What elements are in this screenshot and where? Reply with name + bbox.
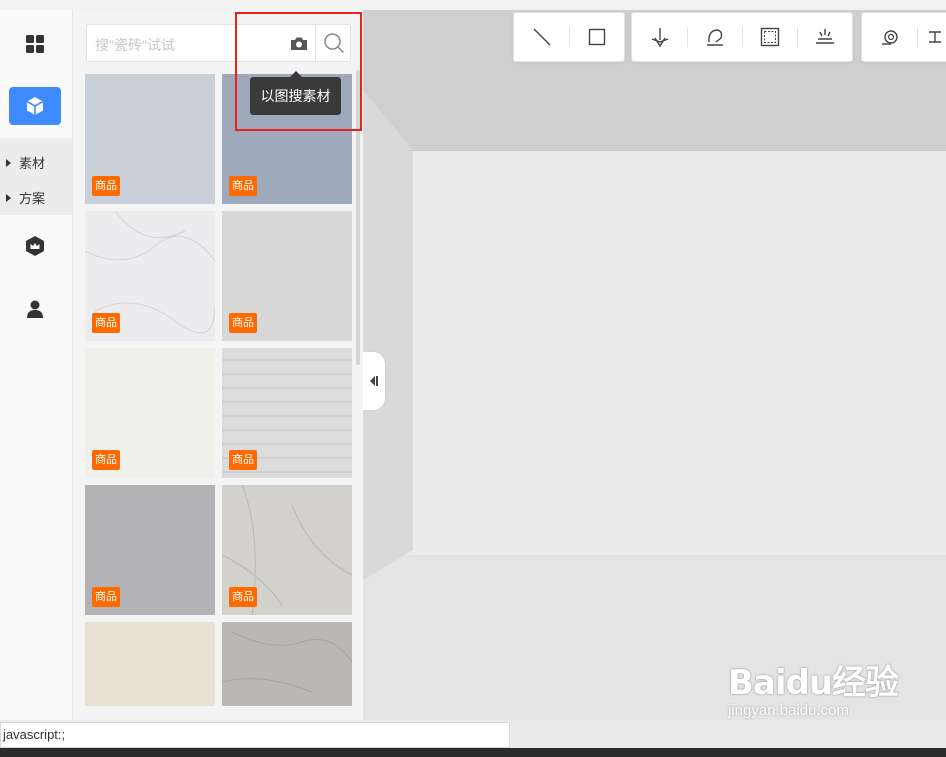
light-tool-button[interactable] [797,13,852,61]
product-badge: 商品 [92,176,120,196]
caret-right-icon [6,158,11,167]
nav-user[interactable] [9,290,61,328]
submenu-item-label: 素材 [19,156,46,171]
material-tile[interactable]: 商品 [85,485,215,615]
rectangle-icon [588,28,605,46]
material-tile[interactable]: 商品 [222,348,352,478]
room-edge [408,150,946,151]
spiral-icon [881,30,898,45]
nav-dashboard[interactable] [9,25,61,63]
rectangle-tool-button[interactable] [569,13,624,61]
tile-image [85,622,215,706]
line-tool-button[interactable] [514,13,569,61]
caret-right-icon [6,193,11,202]
material-tile[interactable] [85,622,215,706]
material-tile[interactable]: 商品 [222,211,352,341]
frame-icon [760,27,779,47]
product-badge: 商品 [229,176,257,196]
user-icon [27,300,43,318]
submenu-item-plans[interactable]: 方案 [6,188,45,207]
status-bar-url: javascript:; [0,722,510,748]
tile-image [222,622,352,706]
more-icon [928,31,941,43]
light-icon [815,29,834,44]
material-tile[interactable]: 商品 [85,74,215,204]
material-tile[interactable] [222,622,352,706]
material-tile[interactable]: 商品 [222,485,352,615]
material-tile[interactable]: 商品 [85,211,215,341]
nav-materials[interactable] [9,87,61,125]
compass-icon [651,28,668,48]
line-icon [533,28,550,46]
product-badge: 商品 [92,450,120,470]
grid-icon [26,35,44,53]
top-strip [0,0,946,10]
toolbar-extra [861,12,946,62]
spiral-tool-button[interactable] [862,13,917,61]
product-badge: 商品 [229,587,257,607]
frame-tool-button[interactable] [742,13,797,61]
left-nav: 素材 方案 [0,10,73,720]
product-badge: 商品 [92,313,120,333]
product-badge: 商品 [229,313,257,333]
nav-crown[interactable] [9,227,61,265]
submenu-item-materials[interactable]: 素材 [6,153,45,172]
watermark: Baidu经验 jingyan.baidu.com [728,655,899,719]
highlight-box [235,12,362,131]
product-badge: 商品 [229,450,257,470]
cube-icon [26,97,44,115]
rotate-icon [706,29,723,46]
toolbar-transform [631,12,853,62]
toolbar-draw [513,12,625,62]
materials-submenu: 素材 方案 [0,138,72,215]
watermark-logo: Baidu经验 [728,663,899,703]
collapse-panel-button[interactable] [363,352,385,410]
product-badge: 商品 [92,587,120,607]
material-tile[interactable]: 商品 [85,348,215,478]
compass-tool-button[interactable] [632,13,687,61]
bottom-strip [0,748,946,757]
rotate-tool-button[interactable] [687,13,742,61]
room-back-wall [408,150,946,555]
collapse-left-icon [370,376,378,386]
search-input[interactable]: 搜"瓷砖"试试 [95,35,175,55]
submenu-item-label: 方案 [19,191,46,206]
crown-hexagon-icon [26,236,44,256]
watermark-url: jingyan.baidu.com [728,702,849,719]
3d-viewport[interactable] [363,10,946,720]
more-tool-button[interactable] [917,13,946,61]
